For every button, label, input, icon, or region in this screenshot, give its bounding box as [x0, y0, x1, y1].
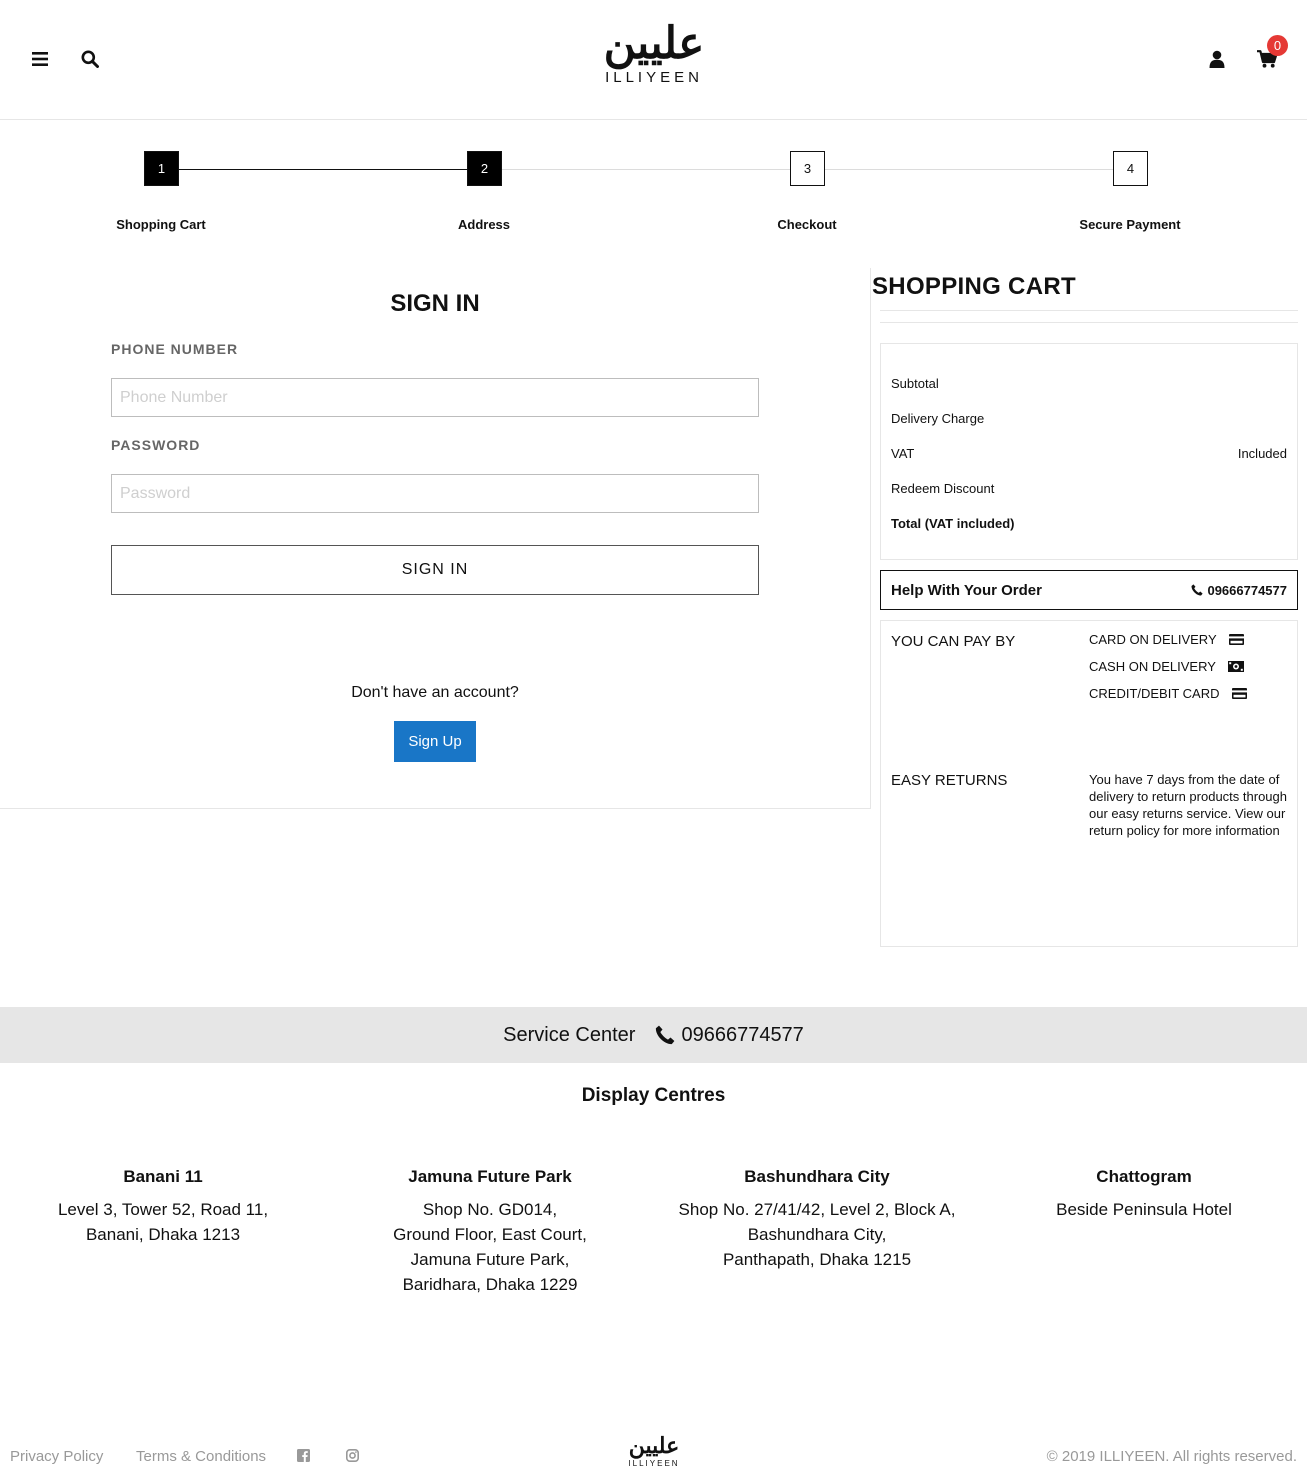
centre-name: Banani 11 — [123, 1167, 203, 1186]
no-account-text: Don't have an account? — [351, 684, 519, 701]
cart-count-badge: 0 — [1267, 35, 1288, 56]
pay-method-label: CASH ON DELIVERY — [1089, 659, 1216, 674]
cash-icon — [1227, 661, 1244, 672]
service-phone-link[interactable]: 09666774577 — [655, 1023, 804, 1047]
signin-title: SIGN IN — [390, 290, 480, 317]
instagram-icon[interactable] — [346, 1449, 362, 1465]
help-phone-number: 09666774577 — [1207, 582, 1287, 598]
centre-banani: Banani 11 Level 3, Tower 52, Road 11, Ba… — [3, 1167, 323, 1247]
password-input[interactable] — [111, 474, 759, 513]
step-3-box: 3 — [790, 151, 825, 186]
summary-row-subtotal: Subtotal — [891, 376, 1287, 391]
privacy-policy-link[interactable]: Privacy Policy — [10, 1448, 103, 1465]
service-center-label: Service Center — [503, 1023, 636, 1046]
footer-logo-arabic: عليين — [628, 1433, 680, 1459]
help-phone-link[interactable]: 09666774577 — [1191, 583, 1287, 598]
cart-divider — [880, 310, 1298, 323]
summary-value: Included — [1237, 446, 1287, 461]
step-2-label: Address — [457, 217, 511, 232]
order-summary: Subtotal Delivery Charge VAT Included Re… — [880, 343, 1298, 560]
step-connector-completed — [161, 169, 484, 170]
pay-heading: YOU CAN PAY BY — [891, 633, 1016, 650]
phone-input[interactable] — [111, 378, 759, 417]
centre-address-line: Banani, Dhaka 1213 — [85, 1225, 241, 1244]
help-title: Help With Your Order — [891, 581, 1042, 599]
signin-button[interactable]: SIGN IN — [111, 545, 759, 595]
summary-label: Delivery Charge — [891, 411, 985, 426]
centre-name: Jamuna Future Park — [408, 1167, 572, 1186]
phone-icon — [656, 1025, 675, 1045]
centre-address-line: Baridhara, Dhaka 1229 — [402, 1275, 578, 1294]
pay-method-label: CREDIT/DEBIT CARD — [1089, 686, 1220, 701]
centre-address-line: Panthapath, Dhaka 1215 — [722, 1250, 912, 1269]
returns-text: You have 7 days from the date of deliver… — [1089, 772, 1287, 838]
cart-title: SHOPPING CART — [872, 273, 1076, 300]
pay-method-credit-debit-card: CREDIT/DEBIT CARD — [1089, 686, 1247, 701]
returns-heading: EASY RETURNS — [891, 772, 1008, 789]
facebook-icon[interactable] — [297, 1449, 313, 1465]
site-header: عليين ILLIYEEN 0 — [0, 0, 1307, 120]
copyright-text: © 2019 ILLIYEEN. All rights reserved. — [1046, 1448, 1297, 1465]
phone-icon — [1191, 584, 1204, 596]
centre-bashundhara: Bashundhara City Shop No. 27/41/42, Leve… — [657, 1167, 977, 1272]
display-centres-title: Display Centres — [581, 1085, 726, 1106]
help-order-box: Help With Your Order 09666774577 — [880, 570, 1298, 610]
step-4-box: 4 — [1113, 151, 1148, 186]
centre-address-line: Shop No. GD014, — [422, 1200, 558, 1219]
summary-label: VAT — [891, 446, 915, 461]
step-2-box[interactable]: 2 — [467, 151, 502, 186]
centre-name: Chattogram — [1096, 1167, 1192, 1186]
step-4-label: Secure Payment — [1079, 217, 1181, 232]
phone-label: PHONE NUMBER — [111, 341, 239, 357]
logo-arabic: عليين — [603, 18, 705, 69]
centre-jamuna: Jamuna Future Park Shop No. GD014, Groun… — [330, 1167, 650, 1297]
centre-address-line: Bashundhara City, — [747, 1225, 887, 1244]
centre-address-line: Ground Floor, East Court, — [393, 1225, 587, 1244]
pay-method-card-on-delivery: CARD ON DELIVERY — [1089, 632, 1244, 647]
summary-label: Total (VAT included) — [891, 516, 1015, 531]
password-label: PASSWORD — [111, 437, 201, 453]
credit-card-icon — [1228, 634, 1244, 645]
step-1-label: Shopping Cart — [116, 217, 206, 232]
summary-row-total: Total (VAT included) — [891, 516, 1287, 531]
summary-label: Subtotal — [891, 376, 939, 391]
terms-link[interactable]: Terms & Conditions — [136, 1448, 266, 1465]
logo-latin: ILLIYEEN — [605, 69, 703, 86]
step-1-box[interactable]: 1 — [144, 151, 179, 186]
centre-address-line: Shop No. 27/41/42, Level 2, Block A, — [678, 1200, 956, 1219]
pay-method-cash-on-delivery: CASH ON DELIVERY — [1089, 659, 1244, 674]
centre-address-line: Jamuna Future Park, — [410, 1250, 570, 1269]
summary-label: Redeem Discount — [891, 481, 995, 496]
credit-card-icon — [1231, 688, 1247, 699]
site-logo[interactable]: عليين ILLIYEEN — [598, 18, 710, 98]
service-phone-number: 09666774577 — [681, 1023, 804, 1046]
signup-button[interactable]: Sign Up — [394, 721, 476, 762]
footer-logo-latin: ILLIYEEN — [628, 1459, 680, 1468]
user-icon[interactable] — [1206, 48, 1228, 70]
centre-address-line: Level 3, Tower 52, Road 11, — [57, 1200, 269, 1219]
pay-method-label: CARD ON DELIVERY — [1089, 632, 1217, 647]
centre-chattogram: Chattogram Beside Peninsula Hotel — [984, 1167, 1304, 1222]
search-icon[interactable] — [79, 48, 101, 70]
summary-row-discount: Redeem Discount — [891, 481, 1287, 496]
service-center-bar: Service Center 09666774577 — [0, 1007, 1307, 1063]
summary-row-delivery: Delivery Charge — [891, 411, 1287, 426]
centre-address-line: Beside Peninsula Hotel — [1056, 1200, 1232, 1219]
payment-info-box: YOU CAN PAY BY CARD ON DELIVERY CASH ON … — [880, 620, 1298, 947]
step-3-label: Checkout — [777, 217, 837, 232]
footer-logo[interactable]: عليين ILLIYEEN — [626, 1433, 682, 1473]
summary-row-vat: VAT Included — [891, 446, 1287, 461]
menu-icon[interactable] — [29, 48, 51, 70]
centre-name: Bashundhara City — [744, 1167, 890, 1186]
